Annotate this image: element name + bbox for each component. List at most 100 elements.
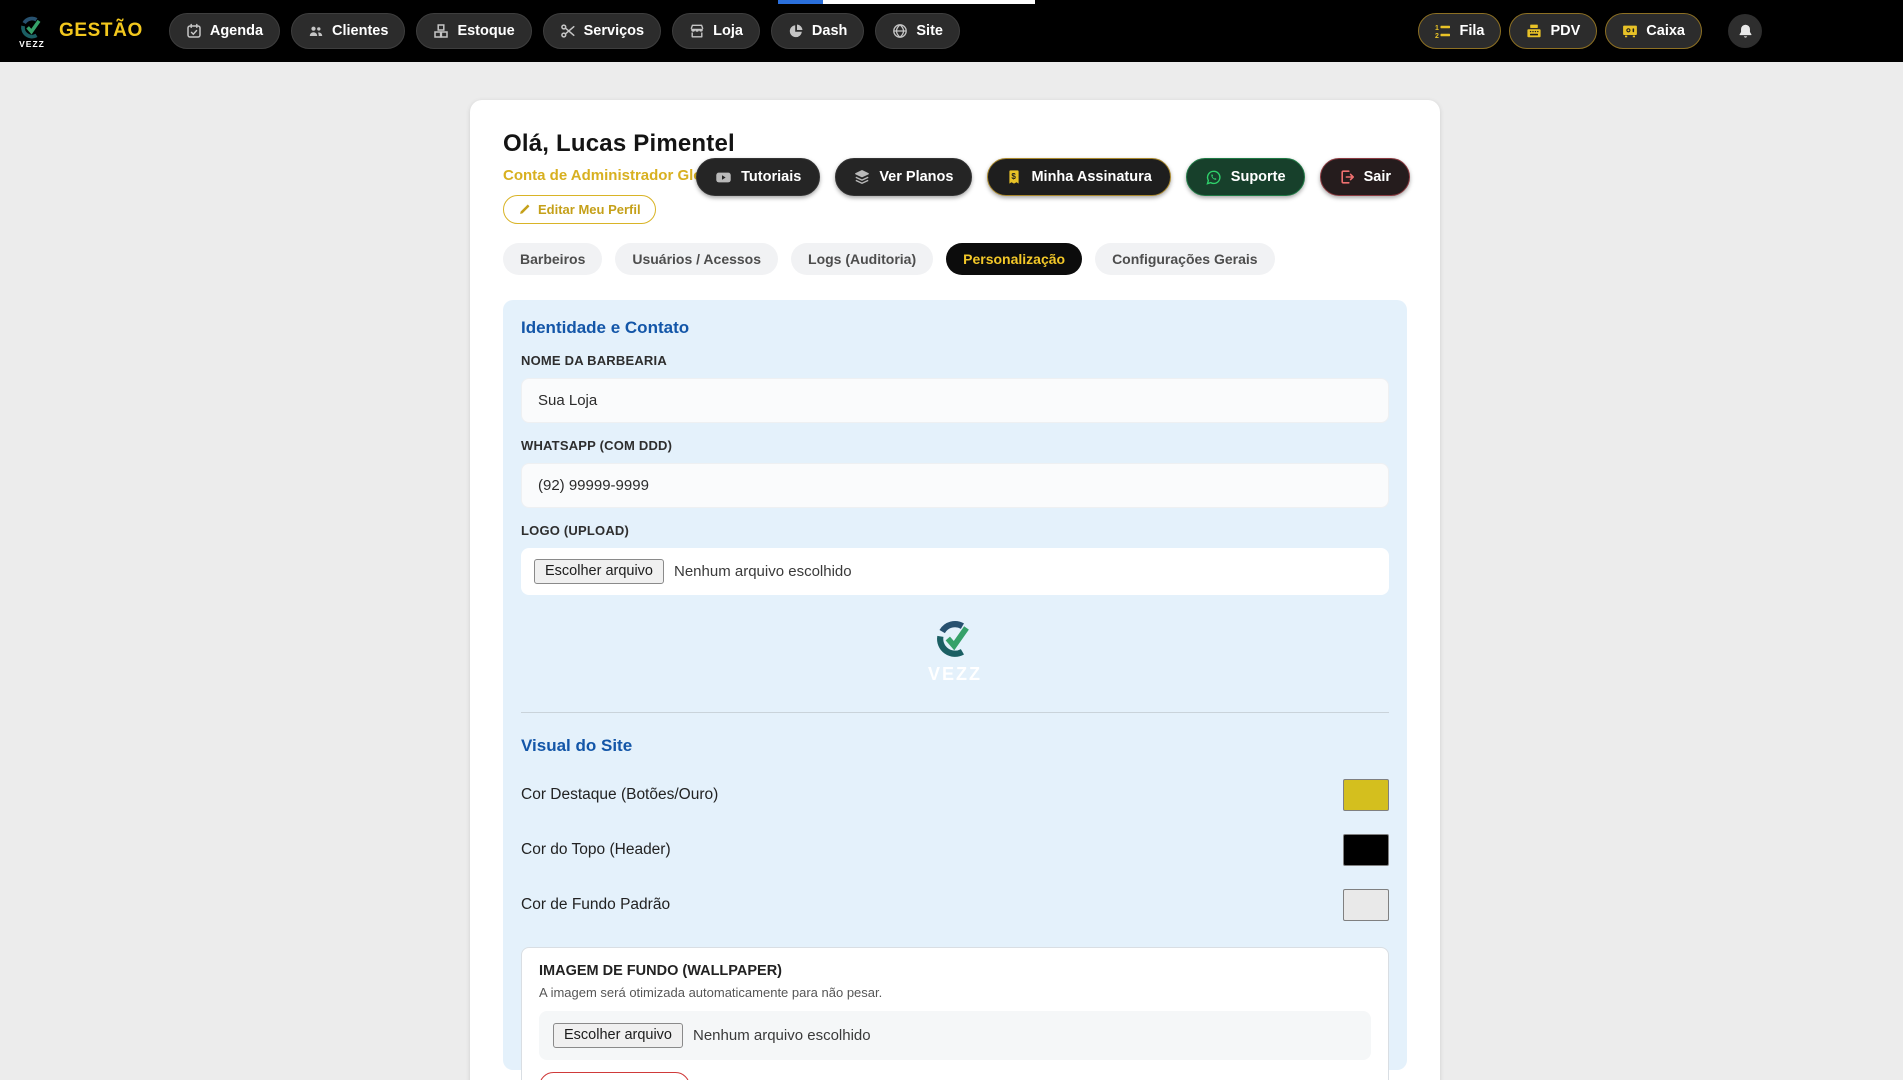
pie-chart-icon	[788, 23, 804, 39]
whatsapp-label: WHATSAPP (COM DDD)	[521, 438, 1389, 453]
visual-section-title: Visual do Site	[521, 736, 1389, 756]
tab-personalizacao[interactable]: Personalização	[946, 243, 1082, 275]
my-subscription-button[interactable]: $ Minha Assinatura	[987, 158, 1170, 196]
tab-barbeiros[interactable]: Barbeiros	[503, 243, 602, 275]
color-row-topo: Cor do Topo (Header)	[521, 834, 1389, 866]
view-plans-button[interactable]: Ver Planos	[835, 158, 972, 196]
nav-item-label: Estoque	[457, 23, 514, 39]
wallpaper-note: A imagem será otimizada automaticamente …	[539, 985, 1371, 1000]
main-card: Olá, Lucas Pimentel Conta de Administrad…	[470, 100, 1440, 1080]
action-label: Minha Assinatura	[1031, 169, 1151, 185]
vezz-logo-icon: VEZZ	[18, 13, 46, 49]
logo-preview-text: VEZZ	[928, 664, 982, 685]
whatsapp-input[interactable]	[521, 463, 1389, 508]
nav-item-label: PDV	[1550, 23, 1580, 39]
nav-item-label: Agenda	[210, 23, 263, 39]
numbered-list-icon: 12	[1435, 23, 1451, 39]
artifact-track	[823, 0, 1035, 4]
accent-color-picker[interactable]	[1343, 779, 1389, 811]
logout-button[interactable]: Sair	[1320, 158, 1410, 196]
layers-icon	[854, 169, 870, 185]
tab-usuarios-acessos[interactable]: Usuários / Acessos	[615, 243, 778, 275]
color-label: Cor de Fundo Padrão	[521, 896, 670, 914]
action-label: Ver Planos	[879, 169, 953, 185]
video-play-icon	[715, 169, 732, 186]
nav-item-label: Serviços	[584, 23, 644, 39]
pencil-icon	[518, 203, 531, 216]
browser-artifact	[778, 0, 1035, 4]
choose-file-button[interactable]: Escolher arquivo	[553, 1023, 683, 1048]
nav-item-label: Clientes	[332, 23, 388, 39]
shop-name-label: NOME DA BARBEARIA	[521, 353, 1389, 368]
action-label: Suporte	[1231, 169, 1286, 185]
globe-icon	[892, 23, 908, 39]
safe-icon	[1622, 23, 1638, 39]
vezz-logo-preview-icon	[932, 615, 978, 661]
whatsapp-icon	[1205, 169, 1222, 186]
nav-item-servicos[interactable]: Serviços	[543, 13, 661, 49]
file-status-text: Nenhum arquivo escolhido	[674, 563, 852, 580]
shop-name-input[interactable]	[521, 378, 1389, 423]
color-label: Cor Destaque (Botões/Ouro)	[521, 786, 718, 804]
app-name: GESTÃO	[59, 20, 143, 42]
nav-item-fila[interactable]: 12 Fila	[1418, 13, 1501, 49]
support-button[interactable]: Suporte	[1186, 158, 1305, 196]
file-status-text: Nenhum arquivo escolhido	[693, 1027, 871, 1044]
svg-text:1: 1	[1435, 25, 1439, 32]
nav-item-dash[interactable]: Dash	[771, 13, 864, 49]
action-label: Tutoriais	[741, 169, 801, 185]
remove-background-button[interactable]: Remover Fundo	[539, 1072, 690, 1080]
wallpaper-file-input: Escolher arquivo Nenhum arquivo escolhid…	[539, 1011, 1371, 1060]
nav-item-label: Caixa	[1646, 23, 1685, 39]
nav-item-loja[interactable]: Loja	[672, 13, 760, 49]
svg-text:2: 2	[1435, 33, 1439, 39]
logo-file-input: Escolher arquivo Nenhum arquivo escolhid…	[521, 548, 1389, 595]
section-divider	[521, 712, 1389, 713]
quick-actions: Tutoriais Ver Planos $ Minha Assinatura …	[696, 158, 1410, 196]
page-title: Olá, Lucas Pimentel	[503, 130, 1407, 158]
nav-item-label: Site	[916, 23, 943, 39]
nav-item-site[interactable]: Site	[875, 13, 960, 49]
boxes-icon	[433, 23, 449, 39]
artifact-progress	[778, 0, 823, 4]
color-row-destaque: Cor Destaque (Botões/Ouro)	[521, 779, 1389, 811]
vezz-logo-text: VEZZ	[19, 39, 45, 49]
tutorials-button[interactable]: Tutoriais	[696, 158, 820, 196]
wallpaper-title: IMAGEM DE FUNDO (WALLPAPER)	[539, 963, 1371, 979]
logo-upload-label: LOGO (UPLOAD)	[521, 523, 1389, 538]
color-row-fundo: Cor de Fundo Padrão	[521, 889, 1389, 921]
settings-tabs: Barbeiros Usuários / Acessos Logs (Audit…	[503, 243, 1407, 275]
background-color-picker[interactable]	[1343, 889, 1389, 921]
edit-profile-button[interactable]: Editar Meu Perfil	[503, 195, 656, 224]
brand-logo[interactable]: VEZZ GESTÃO	[18, 13, 143, 49]
tab-logs-auditoria[interactable]: Logs (Auditoria)	[791, 243, 933, 275]
logo-preview: VEZZ	[521, 615, 1389, 685]
nav-right-group: 12 Fila PDV Caixa	[1418, 13, 1762, 49]
wallpaper-card: IMAGEM DE FUNDO (WALLPAPER) A imagem ser…	[521, 947, 1389, 1080]
nav-item-pdv[interactable]: PDV	[1509, 13, 1597, 49]
action-label: Sair	[1364, 169, 1391, 185]
tab-configuracoes-gerais[interactable]: Configurações Gerais	[1095, 243, 1275, 275]
calendar-icon	[186, 23, 202, 39]
notifications-button[interactable]	[1728, 14, 1762, 48]
choose-file-button[interactable]: Escolher arquivo	[534, 559, 664, 584]
scissors-icon	[560, 23, 576, 39]
nav-item-clientes[interactable]: Clientes	[291, 13, 405, 49]
cash-register-icon	[1526, 23, 1542, 39]
store-icon	[689, 23, 705, 39]
people-icon	[308, 23, 324, 39]
bell-icon	[1737, 23, 1754, 40]
personalization-panel: Identidade e Contato NOME DA BARBEARIA W…	[503, 300, 1407, 1070]
nav-item-agenda[interactable]: Agenda	[169, 13, 280, 49]
logout-icon	[1339, 169, 1355, 185]
nav-item-estoque[interactable]: Estoque	[416, 13, 531, 49]
color-label: Cor do Topo (Header)	[521, 841, 671, 859]
nav-item-caixa[interactable]: Caixa	[1605, 13, 1702, 49]
nav-item-label: Dash	[812, 23, 847, 39]
top-nav: VEZZ GESTÃO Agenda Clientes Estoque Serv…	[0, 0, 1903, 62]
nav-item-label: Fila	[1459, 23, 1484, 39]
svg-text:$: $	[1012, 172, 1017, 181]
nav-item-label: Loja	[713, 23, 743, 39]
invoice-icon: $	[1006, 169, 1022, 185]
header-color-picker[interactable]	[1343, 834, 1389, 866]
